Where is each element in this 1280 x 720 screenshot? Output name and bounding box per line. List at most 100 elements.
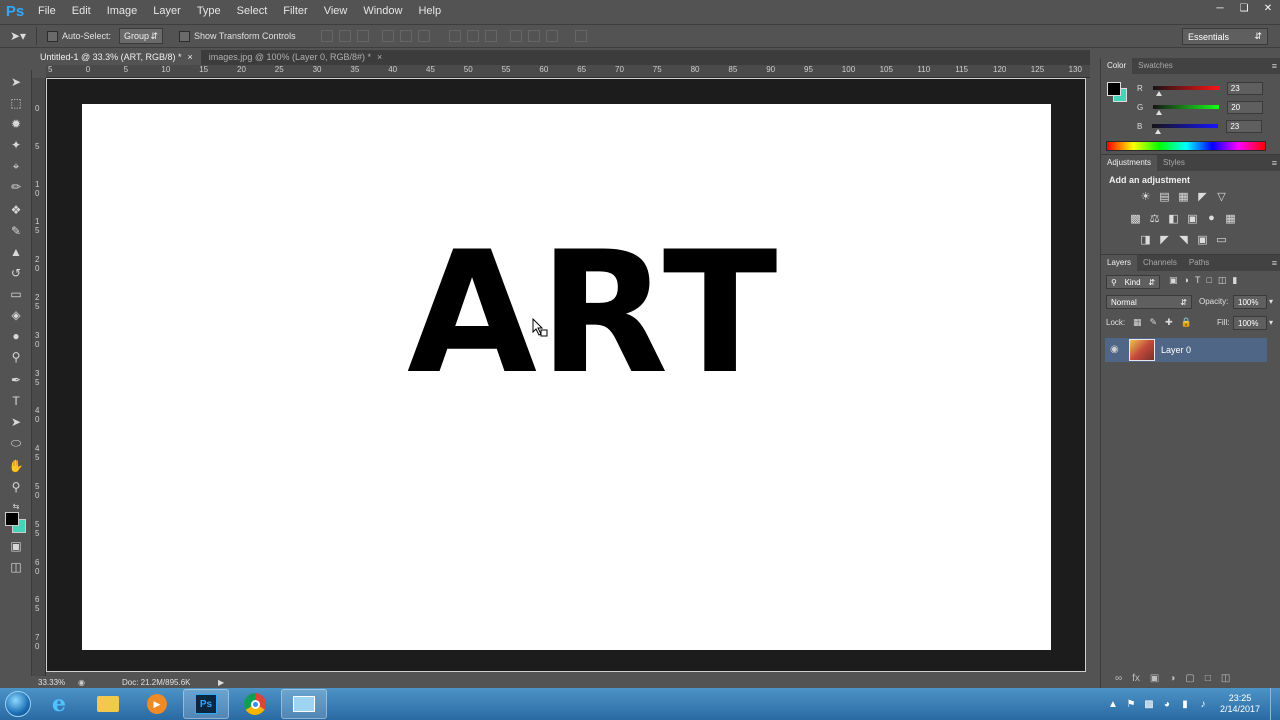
opacity-arrow-icon[interactable]: ▾ — [1269, 297, 1273, 306]
eraser-tool-icon[interactable]: ▭ — [7, 286, 25, 302]
clone-stamp-tool-icon[interactable]: ▲ — [7, 244, 25, 260]
healing-brush-tool-icon[interactable]: ❖ — [7, 202, 25, 218]
move-tool-preset-icon[interactable]: ➤▾ — [0, 29, 36, 43]
power-icon[interactable]: ▮ — [1178, 697, 1192, 711]
green-slider[interactable] — [1153, 105, 1220, 115]
selective-color-icon[interactable]: ▣ — [1196, 233, 1209, 246]
menu-window[interactable]: Window — [355, 0, 410, 22]
lock-transparency-icon[interactable]: ▦ — [1133, 317, 1142, 328]
red-value[interactable]: 23 — [1226, 81, 1263, 95]
adjustment-filter-icon[interactable]: ◑ — [1184, 275, 1189, 286]
workspace-switcher[interactable]: Essentials ⇵ — [1182, 28, 1268, 45]
lasso-tool-icon[interactable]: ✹ — [7, 116, 25, 132]
tab-images-jpg[interactable]: images.jpg @ 100% (Layer 0, RGB/8#) * × — [201, 50, 390, 65]
hand-tool-icon[interactable]: ✋ — [7, 458, 25, 474]
type-filter-icon[interactable]: T — [1195, 275, 1201, 286]
blue-value[interactable]: 23 — [1226, 119, 1263, 133]
brush-tool-icon[interactable]: ✎ — [7, 223, 25, 239]
menu-edit[interactable]: Edit — [64, 0, 99, 22]
minimize-button[interactable]: ─ — [1208, 0, 1232, 16]
add-mask-icon[interactable]: ▣ — [1150, 673, 1159, 684]
lock-all-icon[interactable]: 🔒 — [1181, 317, 1192, 328]
tab-channels[interactable]: Channels — [1137, 255, 1183, 271]
link-layers-icon[interactable]: ∞ — [1115, 673, 1122, 684]
auto-align-icon[interactable] — [574, 30, 587, 42]
crop-tool-icon[interactable]: ⌖ — [7, 158, 25, 174]
auto-select-checkbox[interactable]: Auto-Select: — [47, 30, 111, 42]
show-hidden-icons[interactable]: ▲ — [1106, 697, 1120, 711]
document-canvas[interactable]: ART — [82, 104, 1051, 650]
menu-view[interactable]: View — [316, 0, 356, 22]
menu-layer[interactable]: Layer — [145, 0, 189, 22]
taskbar-remote-desktop[interactable] — [281, 689, 327, 719]
layer-row[interactable]: ◉ Layer 0 — [1105, 338, 1267, 362]
align-bottom-icon[interactable] — [356, 30, 369, 42]
smart-object-filter-icon[interactable]: ◫ — [1218, 275, 1227, 286]
restore-button[interactable]: ❏ — [1232, 0, 1256, 16]
shape-filter-icon[interactable]: □ — [1206, 275, 1211, 286]
filter-toggle-icon[interactable]: ▮ — [1232, 275, 1237, 286]
close-button[interactable]: ✕ — [1256, 0, 1280, 16]
align-hcenter-icon[interactable] — [399, 30, 412, 42]
align-vcenter-icon[interactable] — [338, 30, 351, 42]
zoom-level[interactable]: 33.33% — [38, 678, 78, 687]
menu-filter[interactable]: Filter — [275, 0, 315, 22]
distribute-left-icon[interactable] — [509, 30, 522, 42]
channel-mixer-icon[interactable]: ● — [1205, 212, 1218, 224]
align-right-icon[interactable] — [417, 30, 430, 42]
ellipse-tool-icon[interactable]: ⬭ — [7, 435, 25, 451]
align-left-icon[interactable] — [381, 30, 394, 42]
pixel-filter-icon[interactable]: ▣ — [1169, 275, 1178, 286]
tab-color[interactable]: Color — [1101, 58, 1133, 74]
history-brush-tool-icon[interactable]: ↺ — [7, 265, 25, 281]
panel-menu-icon[interactable]: ≡ — [1272, 258, 1277, 268]
menu-file[interactable]: File — [30, 0, 64, 22]
blend-mode-dropdown[interactable]: Normal ⇵ — [1106, 295, 1192, 309]
layer-kind-filter[interactable]: ⚲ Kind ⇵ — [1106, 275, 1160, 289]
status-menu-arrow-icon[interactable]: ▶ — [218, 678, 224, 687]
posterize-icon[interactable]: ◤ — [1158, 233, 1171, 246]
paint-bucket-tool-icon[interactable]: ◈ — [7, 307, 25, 323]
menu-image[interactable]: Image — [99, 0, 146, 22]
canvas-text-layer[interactable]: ART — [407, 229, 779, 397]
panel-menu-icon[interactable]: ≡ — [1272, 61, 1277, 71]
eyedropper-tool-icon[interactable]: ✏ — [7, 179, 25, 195]
close-icon[interactable]: × — [188, 50, 193, 65]
tab-swatches[interactable]: Swatches — [1132, 58, 1179, 74]
vibrance-icon[interactable]: ▽ — [1215, 190, 1228, 203]
exposure-icon[interactable]: ◤ — [1196, 190, 1209, 203]
lock-position-icon[interactable]: ✚ — [1165, 317, 1173, 328]
align-top-icon[interactable] — [320, 30, 333, 42]
show-desktop-button[interactable] — [1270, 688, 1280, 720]
security-icon[interactable]: ◕ — [1160, 697, 1174, 711]
foreground-color-swatch[interactable] — [5, 512, 19, 526]
color-balance-icon[interactable]: ⚖ — [1148, 212, 1161, 225]
layer-style-icon[interactable]: fx — [1132, 673, 1140, 684]
pen-tool-icon[interactable]: ✒ — [7, 372, 25, 388]
system-clock[interactable]: 23:25 2/14/2017 — [1220, 693, 1260, 715]
quick-mask-icon[interactable]: ▣ — [7, 538, 25, 554]
auto-select-dropdown[interactable]: Group ⇵ — [119, 28, 164, 44]
distribute-vcenter-icon[interactable] — [466, 30, 479, 42]
blur-tool-icon[interactable]: ● — [7, 328, 25, 344]
show-transform-checkbox[interactable]: Show Transform Controls — [179, 30, 296, 42]
new-group-icon[interactable]: ▢ — [1185, 673, 1194, 684]
color-spectrum-bar[interactable] — [1106, 141, 1266, 151]
taskbar-file-explorer[interactable] — [85, 689, 131, 719]
tab-untitled-1[interactable]: Untitled-1 @ 33.3% (ART, RGB/8) * × — [32, 50, 201, 65]
screen-mode-icon[interactable]: ◫ — [7, 559, 25, 575]
distribute-bottom-icon[interactable] — [484, 30, 497, 42]
zoom-tool-icon[interactable]: ⚲ — [7, 479, 25, 495]
taskbar-chrome[interactable] — [232, 689, 278, 719]
photo-filter-icon[interactable]: ▣ — [1186, 212, 1199, 225]
start-button[interactable] — [0, 688, 36, 720]
taskbar-internet-explorer[interactable]: e — [36, 689, 82, 719]
brightness-contrast-icon[interactable]: ☀ — [1139, 190, 1152, 203]
taskbar-media-player[interactable]: ▶ — [134, 689, 180, 719]
blue-slider[interactable] — [1152, 124, 1219, 134]
distribute-hcenter-icon[interactable] — [527, 30, 540, 42]
hue-saturation-icon[interactable]: ▩ — [1129, 212, 1142, 225]
levels-icon[interactable]: ▤ — [1158, 190, 1171, 203]
network-icon[interactable]: ▩ — [1142, 697, 1156, 711]
path-selection-tool-icon[interactable]: ➤ — [7, 414, 25, 430]
